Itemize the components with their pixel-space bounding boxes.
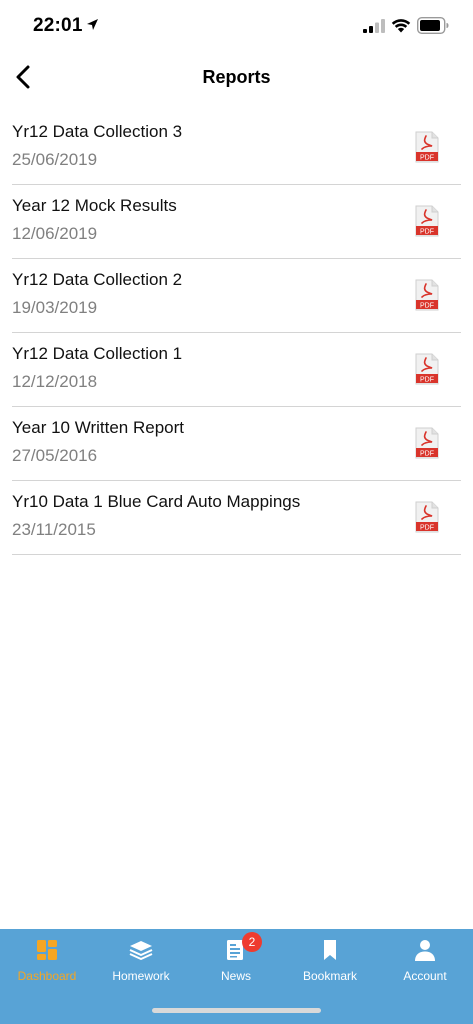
report-title: Year 10 Written Report bbox=[12, 418, 184, 437]
report-row[interactable]: Year 12 Mock Results 12/06/2019 PDF bbox=[12, 185, 461, 259]
tab-label: Bookmark bbox=[302, 969, 358, 983]
report-title: Yr12 Data Collection 2 bbox=[12, 270, 183, 289]
tab-homework[interactable]: Homework bbox=[94, 929, 188, 999]
status-time: 22:01 bbox=[33, 15, 83, 36]
cellular-signal-icon bbox=[363, 19, 385, 33]
page-title: Reports bbox=[202, 67, 271, 87]
pdf-file-icon[interactable]: PDF bbox=[415, 279, 439, 311]
tab-label: Account bbox=[403, 969, 447, 983]
report-title: Yr12 Data Collection 3 bbox=[12, 122, 183, 141]
report-row[interactable]: Yr12 Data Collection 1 12/12/2018 PDF bbox=[12, 333, 461, 407]
pdf-label: PDF bbox=[420, 524, 434, 531]
tab-account[interactable]: Account bbox=[378, 929, 472, 999]
report-row[interactable]: Yr10 Data 1 Blue Card Auto Mappings 23/1… bbox=[12, 481, 461, 555]
tab-label: News bbox=[220, 969, 251, 983]
pdf-label: PDF bbox=[420, 450, 434, 457]
navigation-bar: Reports bbox=[0, 52, 473, 104]
wifi-icon bbox=[391, 19, 411, 33]
reports-list: Yr12 Data Collection 3 25/06/2019 PDF Ye… bbox=[12, 111, 461, 555]
dashboard-icon bbox=[37, 940, 57, 960]
report-date: 25/06/2019 bbox=[12, 150, 98, 169]
report-row[interactable]: Yr12 Data Collection 3 25/06/2019 PDF bbox=[12, 111, 461, 185]
news-badge: 2 bbox=[242, 932, 262, 952]
homework-stack-icon bbox=[129, 941, 153, 960]
tab-label: Dashboard bbox=[17, 969, 77, 983]
home-indicator[interactable] bbox=[152, 1008, 321, 1013]
reports-screen: 22:01 Reports Yr12 Data Collection 3 25/… bbox=[0, 0, 473, 1024]
location-arrow-icon bbox=[87, 19, 98, 30]
pdf-label: PDF bbox=[420, 154, 434, 161]
pdf-label: PDF bbox=[420, 228, 434, 235]
report-title: Yr12 Data Collection 1 bbox=[12, 344, 183, 363]
status-bar: 22:01 bbox=[0, 0, 473, 50]
report-row[interactable]: Year 10 Written Report 27/05/2016 PDF bbox=[12, 407, 461, 481]
pdf-file-icon[interactable]: PDF bbox=[415, 205, 439, 237]
report-title: Year 12 Mock Results bbox=[12, 196, 177, 215]
report-title: Yr10 Data 1 Blue Card Auto Mappings bbox=[12, 492, 301, 511]
bookmark-icon bbox=[324, 940, 336, 960]
battery-icon bbox=[417, 17, 449, 34]
report-row[interactable]: Yr12 Data Collection 2 19/03/2019 PDF bbox=[12, 259, 461, 333]
pdf-label: PDF bbox=[420, 376, 434, 383]
report-date: 23/11/2015 bbox=[12, 520, 96, 539]
pdf-file-icon[interactable]: PDF bbox=[415, 427, 439, 459]
account-icon bbox=[415, 940, 435, 961]
pdf-file-icon[interactable]: PDF bbox=[415, 353, 439, 385]
report-date: 12/06/2019 bbox=[12, 224, 98, 243]
tab-news[interactable]: 2 News bbox=[189, 929, 283, 999]
tab-bookmark[interactable]: Bookmark bbox=[283, 929, 377, 999]
report-date: 19/03/2019 bbox=[12, 298, 98, 317]
report-date: 12/12/2018 bbox=[12, 372, 98, 391]
pdf-file-icon[interactable]: PDF bbox=[415, 501, 439, 533]
pdf-label: PDF bbox=[420, 302, 434, 309]
pdf-file-icon[interactable]: PDF bbox=[415, 131, 439, 163]
tab-dashboard[interactable]: Dashboard bbox=[0, 929, 94, 999]
report-date: 27/05/2016 bbox=[12, 446, 98, 465]
tab-label: Homework bbox=[112, 969, 170, 983]
